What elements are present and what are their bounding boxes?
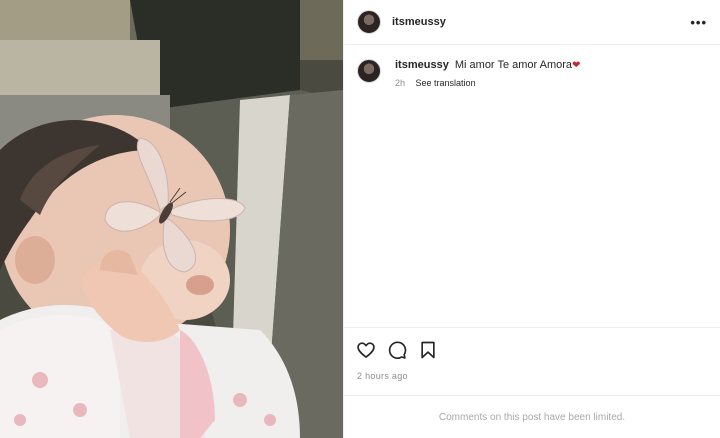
action-bar <box>344 327 720 371</box>
header-username[interactable]: itsmeussy <box>392 16 446 28</box>
caption-age[interactable]: 2h <box>395 78 405 88</box>
heart-emoji-icon: ❤ <box>572 60 581 71</box>
caption-username[interactable]: itsmeussy <box>395 59 449 71</box>
post-timestamp[interactable]: 2 hours ago <box>344 371 720 395</box>
post-image <box>0 0 343 438</box>
post-container: itsmeussy ••• itsmeussy Mi amor Te amor … <box>0 0 720 438</box>
heart-outline-icon[interactable] <box>356 340 376 360</box>
caption-meta: 2h See translation <box>395 78 580 88</box>
comment-bubble-icon[interactable] <box>387 340 407 360</box>
caption-body: itsmeussy Mi amor Te amor Amora❤ 2h See … <box>395 58 580 88</box>
caption: itsmeussy Mi amor Te amor Amora❤ 2h See … <box>357 58 707 88</box>
caption-text: Mi amor Te amor Amora <box>454 59 573 71</box>
caption-avatar[interactable] <box>357 59 381 83</box>
post-photo[interactable] <box>0 0 343 438</box>
post-header: itsmeussy ••• <box>344 0 720 45</box>
comments-section: itsmeussy Mi amor Te amor Amora❤ 2h See … <box>344 45 720 327</box>
bookmark-icon[interactable] <box>418 340 438 360</box>
post-sidebar: itsmeussy ••• itsmeussy Mi amor Te amor … <box>343 0 720 438</box>
see-translation-link[interactable]: See translation <box>416 78 476 88</box>
avatar[interactable] <box>357 10 381 34</box>
caption-line: itsmeussy Mi amor Te amor Amora❤ <box>395 58 580 73</box>
more-options-icon[interactable]: ••• <box>690 16 707 29</box>
comments-limited-notice: Comments on this post have been limited. <box>344 395 720 438</box>
